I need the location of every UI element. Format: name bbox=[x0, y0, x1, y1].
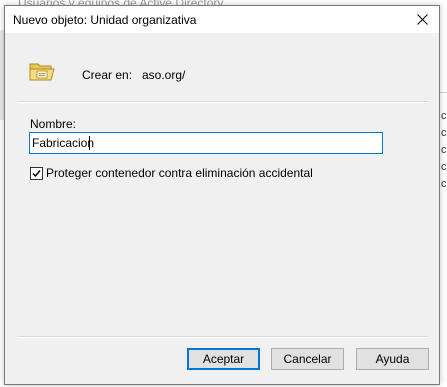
background-list-item: co bbox=[441, 144, 447, 156]
name-label: Nombre: bbox=[30, 117, 77, 131]
protect-from-deletion-label[interactable]: Proteger contenedor contra eliminación a… bbox=[46, 166, 313, 180]
organizational-unit-folder-icon bbox=[29, 63, 55, 81]
divider bbox=[17, 336, 428, 338]
background-list-item: co bbox=[441, 110, 447, 122]
background-list-item: co bbox=[441, 178, 447, 190]
ok-button[interactable]: Aceptar bbox=[187, 348, 260, 370]
dialog-titlebar[interactable]: Nuevo objeto: Unidad organizativa bbox=[5, 6, 439, 33]
close-icon bbox=[416, 14, 428, 25]
cancel-button[interactable]: Cancelar bbox=[271, 348, 344, 370]
new-ou-dialog: Nuevo objeto: Unidad organizativa Crear … bbox=[4, 5, 440, 385]
dialog-title: Nuevo objeto: Unidad organizativa bbox=[13, 13, 197, 27]
protect-from-deletion-checkbox[interactable] bbox=[30, 167, 43, 180]
background-list-item: co bbox=[441, 161, 447, 173]
name-input[interactable] bbox=[29, 132, 383, 154]
create-in-path: aso.org/ bbox=[142, 68, 186, 82]
checkmark-icon bbox=[32, 170, 41, 178]
text-caret bbox=[89, 136, 90, 150]
background-list-column: co co co co co bbox=[441, 110, 447, 210]
background-list-item: co bbox=[441, 127, 447, 139]
divider bbox=[17, 101, 428, 103]
help-button[interactable]: Ayuda bbox=[356, 348, 429, 370]
create-in-label: Crear en: bbox=[82, 68, 133, 82]
close-button[interactable] bbox=[405, 6, 439, 33]
